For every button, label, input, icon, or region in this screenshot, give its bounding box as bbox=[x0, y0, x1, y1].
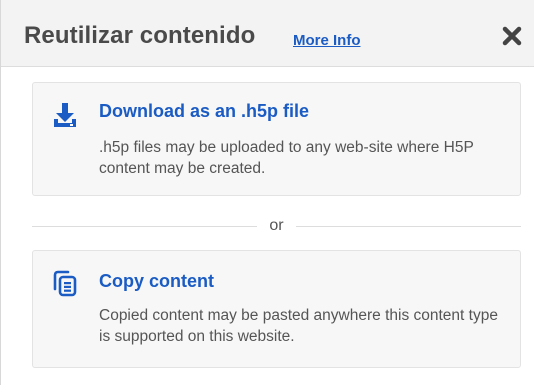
copy-option-title: Copy content bbox=[99, 271, 214, 291]
close-icon[interactable] bbox=[498, 22, 526, 50]
download-option-title: Download as an .h5p file bbox=[99, 101, 310, 121]
copy-option-card[interactable]: Copy content Copied content may be paste… bbox=[32, 250, 521, 368]
divider-line-right bbox=[296, 226, 521, 227]
divider-text: or bbox=[269, 217, 284, 234]
divider-line-left bbox=[32, 226, 257, 227]
download-option-card[interactable]: Download as an .h5p file .h5p files may … bbox=[32, 82, 521, 196]
copy-option-description: Copied content may be pasted anywhere th… bbox=[99, 307, 498, 345]
reuse-dialog: Reutilizar contenido More Info Download … bbox=[0, 0, 534, 385]
dialog-header: Reutilizar contenido More Info bbox=[1, 0, 534, 67]
dialog-title: Reutilizar contenido bbox=[24, 22, 256, 49]
download-icon bbox=[51, 101, 79, 129]
copy-icon bbox=[51, 269, 79, 297]
or-divider: or bbox=[32, 215, 521, 239]
more-info-link[interactable]: More Info bbox=[293, 32, 361, 49]
download-option-description: .h5p files may be uploaded to any web-si… bbox=[99, 139, 474, 177]
